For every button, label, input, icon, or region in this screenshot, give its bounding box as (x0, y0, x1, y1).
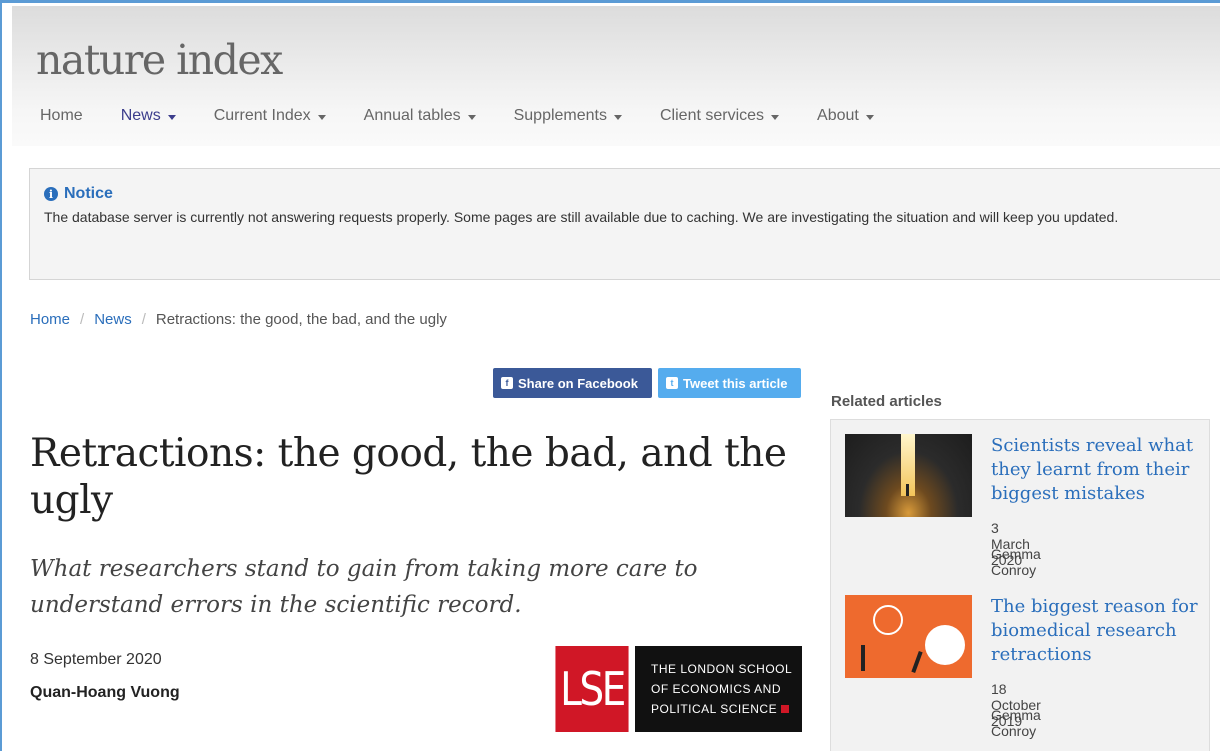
notice-text: The database server is currently not ans… (44, 209, 1119, 225)
lse-line-2: OF ECONOMICS AND (651, 682, 782, 696)
breadcrumb-news[interactable]: News (94, 311, 132, 328)
related-article-thumbnail[interactable] (845, 595, 972, 678)
facebook-icon: f (501, 377, 513, 389)
caret-down-icon (865, 114, 874, 120)
info-circle-icon: i (44, 187, 58, 201)
nav-client-services-label: Client services (660, 107, 765, 124)
speech-bubble-graphic (925, 625, 965, 665)
lse-line-1: THE LONDON SCHOOL (651, 662, 793, 676)
nav-news[interactable]: News (121, 107, 176, 125)
share-facebook-button[interactable]: f Share on Facebook (493, 368, 652, 398)
related-articles-heading: Related articles (831, 393, 942, 410)
breadcrumb: Home / News / Retractions: the good, the… (30, 311, 447, 328)
person-silhouette-graphic (906, 484, 909, 496)
nav-news-label: News (120, 107, 161, 124)
related-article-thumbnail[interactable] (845, 434, 972, 517)
speech-bubble-graphic (873, 605, 903, 635)
caret-down-icon (771, 114, 780, 120)
lse-mark: LSE (555, 646, 629, 732)
article-standfirst: What researchers stand to gain from taki… (30, 556, 698, 618)
tweet-article-button[interactable]: t Tweet this article (658, 368, 801, 398)
article-author[interactable]: Quan-Hoang Vuong (30, 684, 180, 702)
related-article-title[interactable]: Scientists reveal what they learnt from … (991, 434, 1211, 506)
main-nav: Home News Current Index Annual tables Su… (40, 107, 912, 125)
nav-about-label: About (817, 107, 859, 124)
lse-line-3: POLITICAL SCIENCE (651, 702, 778, 716)
caret-down-icon (467, 114, 476, 120)
nav-supplements[interactable]: Supplements (514, 107, 622, 125)
site-header: nature index Home News Current Index Ann… (12, 6, 1220, 146)
nav-client-services[interactable]: Client services (660, 107, 780, 125)
notice-title: i Notice (44, 185, 1206, 203)
nav-annual-tables[interactable]: Annual tables (364, 107, 476, 125)
twitter-icon: t (666, 377, 678, 389)
related-article-author: Gemma Conroy (991, 546, 1041, 578)
breadcrumb-separator: / (80, 311, 85, 328)
nav-home-label: Home (40, 107, 83, 124)
lse-line-3-wrap: POLITICAL SCIENCE (651, 699, 802, 719)
nav-current-index-label: Current Index (213, 107, 311, 124)
caret-down-icon (167, 114, 176, 120)
nav-about[interactable]: About (817, 107, 874, 125)
nav-home[interactable]: Home (40, 107, 83, 125)
person-silhouette-graphic (911, 650, 923, 674)
lse-logo: LSE THE LONDON SCHOOL OF ECONOMICS AND P… (549, 646, 802, 732)
tweet-article-label: Tweet this article (683, 375, 788, 391)
breadcrumb-home[interactable]: Home (30, 311, 70, 328)
nav-supplements-label: Supplements (513, 107, 607, 124)
notice-title-label: Notice (64, 185, 113, 202)
nav-current-index[interactable]: Current Index (214, 107, 326, 125)
person-silhouette-graphic (861, 645, 865, 671)
article-date: 8 September 2020 (30, 651, 162, 668)
share-facebook-label: Share on Facebook (518, 375, 638, 391)
related-articles-panel: Scientists reveal what they learnt from … (830, 419, 1210, 751)
nav-annual-tables-label: Annual tables (363, 107, 461, 124)
breadcrumb-current: Retractions: the good, the bad, and the … (155, 311, 447, 328)
related-article-title[interactable]: The biggest reason for biomedical resear… (991, 595, 1211, 667)
related-article-author: Gemma Conroy (991, 707, 1041, 739)
nature-index-logo[interactable]: nature index (36, 36, 283, 84)
lse-wordmark: THE LONDON SCHOOL OF ECONOMICS AND POLIT… (635, 646, 802, 732)
breadcrumb-separator: / (141, 311, 146, 328)
red-square-icon (781, 705, 790, 713)
caret-down-icon (614, 114, 622, 120)
notice-box: i Notice The database server is currentl… (29, 168, 1220, 280)
article-title: Retractions: the good, the bad, and the … (30, 431, 787, 523)
caret-down-icon (317, 114, 326, 120)
